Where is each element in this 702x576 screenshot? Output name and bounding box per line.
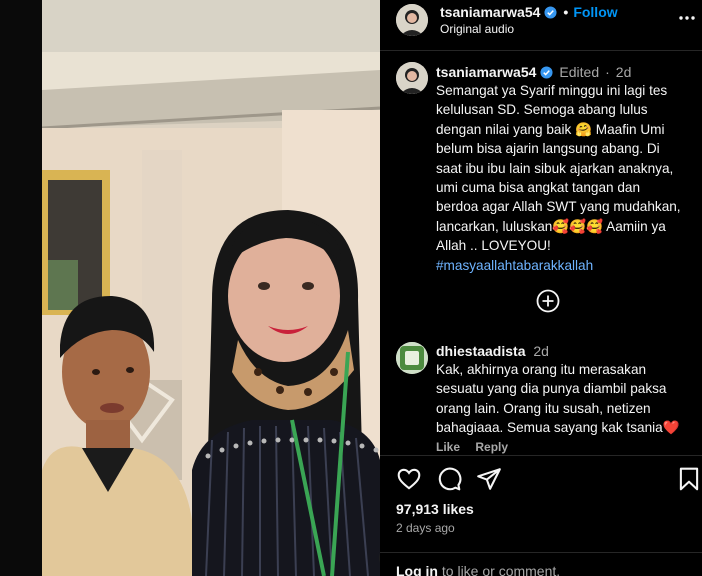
post-action-bar bbox=[380, 466, 702, 494]
actions-divider bbox=[380, 455, 702, 456]
bookmark-icon bbox=[679, 467, 699, 491]
header-separator: • bbox=[563, 4, 569, 20]
caption-line: berdoa agar Allah SWT yang mudahkan, bbox=[436, 199, 681, 215]
comment-icon bbox=[438, 467, 462, 491]
save-button[interactable] bbox=[676, 466, 702, 492]
caption-avatar[interactable] bbox=[396, 62, 428, 94]
caption-hashtag[interactable]: #masyaallahtabarakkallah bbox=[436, 256, 698, 275]
verified-badge-icon bbox=[544, 5, 557, 19]
heart-icon bbox=[397, 468, 421, 490]
edited-label: Edited bbox=[559, 64, 600, 80]
caption-line: Semangat ya Syarif minggu ini lagi tes bbox=[436, 83, 668, 98]
comment-time[interactable]: 2d bbox=[533, 343, 549, 359]
comment-reply-button[interactable]: Reply bbox=[475, 440, 508, 454]
caption-line: lancarkan, luluskan🥰🥰🥰 Aamiin ya bbox=[436, 218, 666, 234]
author-avatar[interactable] bbox=[396, 4, 428, 36]
caption-line: saat ibu ibu lain sibuk ajarkan anaknya, bbox=[436, 160, 674, 176]
author-avatar-image bbox=[396, 4, 428, 36]
post-header: tsaniamarwa54 • Follow Original audio bbox=[380, 0, 702, 51]
share-button[interactable] bbox=[476, 466, 502, 492]
caption-username[interactable]: tsaniamarwa54 bbox=[436, 64, 536, 80]
comment-like-button[interactable]: Like bbox=[436, 440, 460, 454]
login-prompt-text: to like or comment. bbox=[438, 563, 561, 576]
left-backdrop bbox=[0, 0, 42, 576]
more-options-button[interactable] bbox=[678, 9, 696, 27]
commenter-username[interactable]: dhiestaadista bbox=[436, 343, 525, 359]
like-button[interactable] bbox=[396, 466, 422, 492]
commenter-avatar[interactable] bbox=[396, 342, 428, 374]
caption-text: Semangat ya Syarif minggu ini lagi tes k… bbox=[436, 81, 698, 275]
more-icon bbox=[679, 16, 695, 20]
caption-line: belum bisa ajarin langsung abang. Di bbox=[436, 141, 660, 157]
login-prompt-bar: Log in to like or comment. bbox=[380, 552, 702, 576]
likes-count[interactable]: 97,913 likes bbox=[396, 501, 474, 517]
plus-circle-icon bbox=[536, 289, 560, 313]
caption-time[interactable]: 2d bbox=[616, 64, 632, 80]
caption-header: tsaniamarwa54 Edited · 2d bbox=[436, 64, 631, 80]
login-prompt: Log in to like or comment. bbox=[396, 563, 560, 576]
load-more-comments-button[interactable] bbox=[536, 289, 560, 313]
post-video[interactable] bbox=[42, 0, 380, 576]
comment-button[interactable] bbox=[436, 466, 462, 492]
caption-line: dengan nilai yang baik 🤗 Maafin Umi bbox=[436, 121, 665, 137]
commenter-avatar-image bbox=[396, 342, 428, 374]
follow-button[interactable]: Follow bbox=[573, 4, 617, 20]
author-line: tsaniamarwa54 • Follow bbox=[440, 4, 618, 20]
caption-avatar-image bbox=[396, 62, 428, 94]
share-icon bbox=[477, 468, 501, 490]
caption-separator: · bbox=[605, 64, 610, 80]
original-audio-link[interactable]: Original audio bbox=[440, 22, 514, 36]
comment-line: Kak, akhirnya orang itu merasakan bbox=[436, 362, 647, 377]
verified-badge-icon bbox=[540, 65, 553, 79]
caption-line: Allah .. LOVEYOU! bbox=[436, 238, 551, 254]
author-username[interactable]: tsaniamarwa54 bbox=[440, 4, 540, 20]
comment-line: orang lain. Orang itu susah, netizen bbox=[436, 400, 651, 416]
video-frame-illustration bbox=[42, 0, 380, 576]
comment-header: dhiestaadista 2d bbox=[436, 343, 549, 359]
login-link[interactable]: Log in bbox=[396, 563, 438, 576]
caption-line: kelulusan SD. Semoga abang lulus bbox=[436, 102, 648, 118]
comment-text: Kak, akhirnya orang itu merasakan sesuat… bbox=[436, 360, 698, 438]
comment-line: bahagiaaa. Semua sayang kak tsania❤️ bbox=[436, 420, 680, 436]
post-side-panel: tsaniamarwa54 • Follow Original audio ts… bbox=[380, 0, 702, 576]
comment-actions: Like Reply bbox=[436, 440, 520, 454]
caption-line: umi cuma bisa angkat tangan dan bbox=[436, 180, 641, 196]
post-date[interactable]: 2 days ago bbox=[396, 521, 455, 535]
comment-line: sesuatu yang dia punya diambil paksa bbox=[436, 381, 667, 397]
